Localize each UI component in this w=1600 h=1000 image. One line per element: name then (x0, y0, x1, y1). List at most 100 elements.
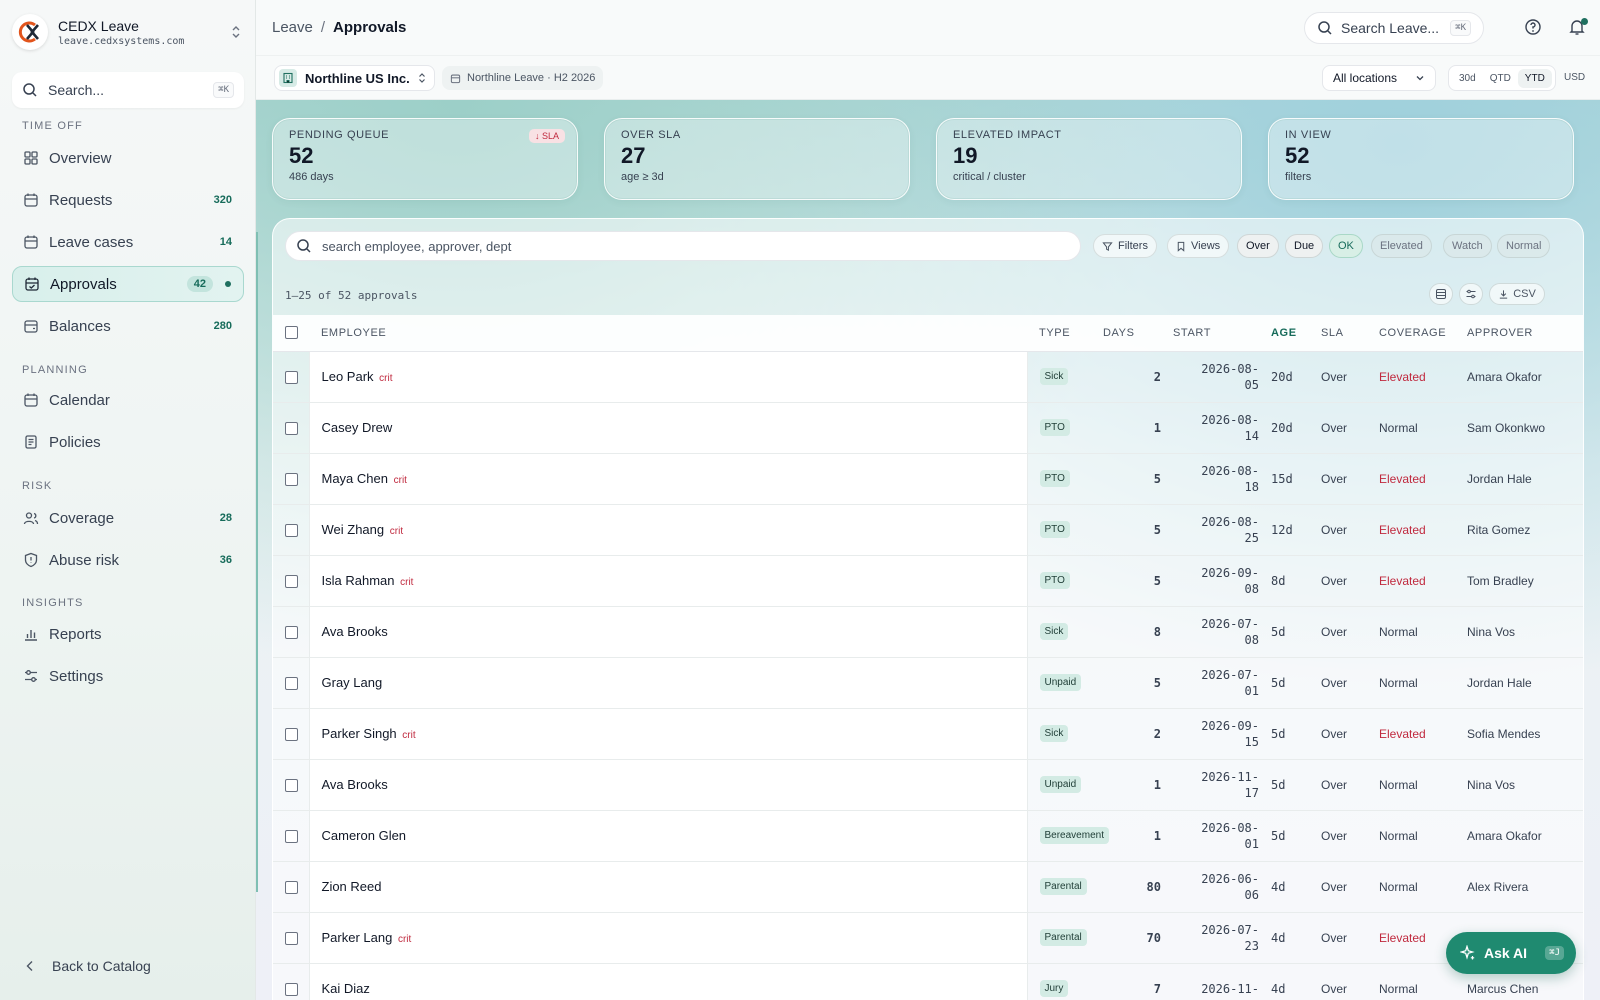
row-checkbox[interactable] (285, 421, 298, 435)
employee-cell[interactable]: Casey Drew (308, 402, 1028, 454)
table-row[interactable]: Cameron Glen Bereavement 1 2026-08- 01 5d Over… (273, 810, 1583, 862)
kpi-in-view[interactable]: IN VIEW 52 filters (1268, 118, 1574, 200)
range-ytd[interactable]: YTD (1517, 68, 1552, 88)
table-row[interactable]: Zion Reed Parental 80 2026-06- 06 4d Over Norma… (273, 861, 1583, 913)
row-checkbox[interactable] (285, 625, 298, 639)
currency-label[interactable]: USD (1564, 72, 1585, 83)
sidebar-item-policies[interactable]: Policies (12, 424, 244, 460)
sidebar-item-balances[interactable]: Balances 280 (12, 308, 244, 344)
table-row[interactable]: Ava Brooks Unpaid 1 2026-11- 17 5d Over Normal N… (273, 759, 1583, 811)
column-header-days[interactable]: DAYS (1103, 315, 1173, 352)
table-row[interactable]: Casey Drew PTO 1 2026-08- 14 20d Over Normal Sam… (273, 402, 1583, 454)
table-row[interactable]: Isla Rahman crit PTO 5 2026-09- 08 8d Over Elev… (273, 555, 1583, 607)
age-cell: 4d (1271, 963, 1317, 1000)
sidebar-item-abuse-risk[interactable]: Abuse risk 36 (12, 542, 244, 578)
row-checkbox[interactable] (285, 523, 298, 537)
sidebar-item-calendar[interactable]: Calendar (12, 382, 244, 418)
column-header-approver[interactable]: APPROVER (1463, 315, 1583, 352)
employee-cell[interactable]: Gray Lang (308, 657, 1028, 709)
column-header-age[interactable]: AGE (1271, 315, 1317, 352)
breadcrumb-root[interactable]: Leave (272, 19, 313, 36)
global-search[interactable]: Search Leave... ⌘K (1304, 12, 1484, 44)
employee-cell[interactable]: Wei Zhang crit (308, 504, 1028, 556)
employee-cell[interactable]: Maya Chen crit (308, 453, 1028, 505)
row-checkbox[interactable] (285, 931, 298, 945)
column-header-coverage[interactable]: COVERAGE (1373, 315, 1463, 352)
kpi-pending-queue[interactable]: PENDING QUEUE 52 486 days ↓ SLA (272, 118, 578, 200)
sidebar-search[interactable]: Search... ⌘K (12, 72, 244, 108)
chip-due[interactable]: Due (1285, 234, 1324, 258)
column-header-start[interactable]: START (1173, 315, 1271, 352)
bell-icon[interactable] (1568, 18, 1588, 38)
kpi-elevated-impact[interactable]: ELEVATED IMPACT 19 critical / cluster (936, 118, 1242, 200)
row-checkbox[interactable] (285, 778, 298, 792)
type-cell: Parental (1027, 912, 1103, 964)
range-qtd[interactable]: QTD (1483, 69, 1518, 88)
back-to-catalog-link[interactable]: Back to Catalog (22, 958, 151, 974)
chip-elevated[interactable]: Elevated (1371, 234, 1432, 258)
sidebar-item-coverage[interactable]: Coverage 28 (12, 500, 244, 536)
sidebar-item-approvals[interactable]: Approvals 42 (12, 266, 244, 302)
org-switcher[interactable]: Northline US Inc. (274, 65, 435, 91)
table-row[interactable]: Parker Singh crit Sick 2 2026-09- 15 5d Over El… (273, 708, 1583, 760)
views-button[interactable]: Views (1167, 234, 1230, 258)
chip-over[interactable]: Over (1237, 234, 1279, 258)
sidebar-item-requests[interactable]: Requests 320 (12, 182, 244, 218)
employee-cell[interactable]: Parker Singh crit (308, 708, 1028, 760)
sidebar-item-reports[interactable]: Reports (12, 616, 244, 652)
chip-normal[interactable]: Normal (1497, 234, 1551, 258)
table-row[interactable]: Gray Lang Unpaid 5 2026-07- 01 5d Over Normal Jo… (273, 657, 1583, 709)
employee-cell[interactable]: Cameron Glen (308, 810, 1028, 862)
range-30d[interactable]: 30d (1452, 69, 1483, 88)
coverage-cell: Normal (1373, 963, 1463, 1000)
table-row[interactable]: Kai Diaz Jury 7 2026-11- 4d Over Normal Marcus … (273, 963, 1583, 1000)
employee-cell[interactable]: Ava Brooks (308, 606, 1028, 658)
employee-cell[interactable]: Zion Reed (308, 861, 1028, 913)
employee-cell[interactable]: Isla Rahman crit (308, 555, 1028, 607)
employee-cell[interactable]: Parker Lang crit (308, 912, 1028, 964)
row-checkbox[interactable] (285, 727, 298, 741)
row-checkbox[interactable] (285, 472, 298, 486)
chevron-up-down-icon[interactable] (228, 22, 244, 42)
chip-ok[interactable]: OK (1329, 234, 1363, 258)
row-checkbox[interactable] (285, 676, 298, 690)
location-select[interactable]: All locations (1322, 65, 1436, 91)
column-header-employee[interactable]: EMPLOYEE (309, 315, 1027, 352)
column-header-sla[interactable]: SLA (1317, 315, 1373, 352)
table-row[interactable]: Wei Zhang crit PTO 5 2026-08- 25 12d Over Eleva… (273, 504, 1583, 556)
row-checkbox[interactable] (285, 880, 298, 894)
select-all-checkbox[interactable] (285, 326, 298, 340)
approvals-search-input[interactable]: search employee, approver, dept (285, 231, 1081, 261)
employee-cell[interactable]: Leo Park crit (308, 351, 1028, 403)
help-icon[interactable] (1524, 18, 1544, 38)
row-checkbox[interactable] (285, 574, 298, 588)
row-checkbox[interactable] (285, 982, 298, 996)
type-cell: PTO (1027, 402, 1103, 454)
search-icon (296, 238, 312, 254)
table-row[interactable]: Maya Chen crit PTO 5 2026-08- 18 15d Over Eleva… (273, 453, 1583, 505)
period-chip[interactable]: Northline Leave · H2 2026 (442, 66, 604, 90)
panel-accent-bar (256, 232, 258, 892)
density-button[interactable] (1429, 283, 1453, 305)
columns-button[interactable] (1459, 283, 1483, 305)
row-checkbox[interactable] (285, 370, 298, 384)
brand-switcher[interactable]: CEDX Leave leave.cedxsystems.com (12, 12, 244, 52)
column-header-type[interactable]: TYPE (1027, 315, 1103, 352)
chip-watch[interactable]: Watch (1443, 234, 1492, 258)
csv-export-button[interactable]: CSV (1489, 283, 1545, 305)
ask-ai-button[interactable]: Ask AI ⌘J (1446, 932, 1576, 974)
table-row[interactable]: Parker Lang crit Parental 70 2026-07- 23 4d Ov… (273, 912, 1583, 964)
sidebar-item-overview[interactable]: Overview (12, 140, 244, 176)
start-cell: 2026-11- (1173, 963, 1271, 1000)
type-cell: PTO (1027, 504, 1103, 556)
row-checkbox[interactable] (285, 829, 298, 843)
employee-cell[interactable]: Kai Diaz (308, 963, 1028, 1000)
filters-button[interactable]: Filters (1093, 234, 1157, 258)
table-row[interactable]: Ava Brooks Sick 8 2026-07- 08 5d Over Normal Nin… (273, 606, 1583, 658)
employee-cell[interactable]: Ava Brooks (308, 759, 1028, 811)
table-row[interactable]: Leo Park crit Sick 2 2026-08- 05 20d Over Eleva… (273, 351, 1583, 403)
sidebar-item-settings[interactable]: Settings (12, 658, 244, 694)
kpi-over-sla[interactable]: OVER SLA 27 age ≥ 3d (604, 118, 910, 200)
sidebar-item-leave-cases[interactable]: Leave cases 14 (12, 224, 244, 260)
approvals-table-body: Leo Park crit Sick 2 2026-08- 05 20d Over Eleva… (273, 351, 1583, 1000)
